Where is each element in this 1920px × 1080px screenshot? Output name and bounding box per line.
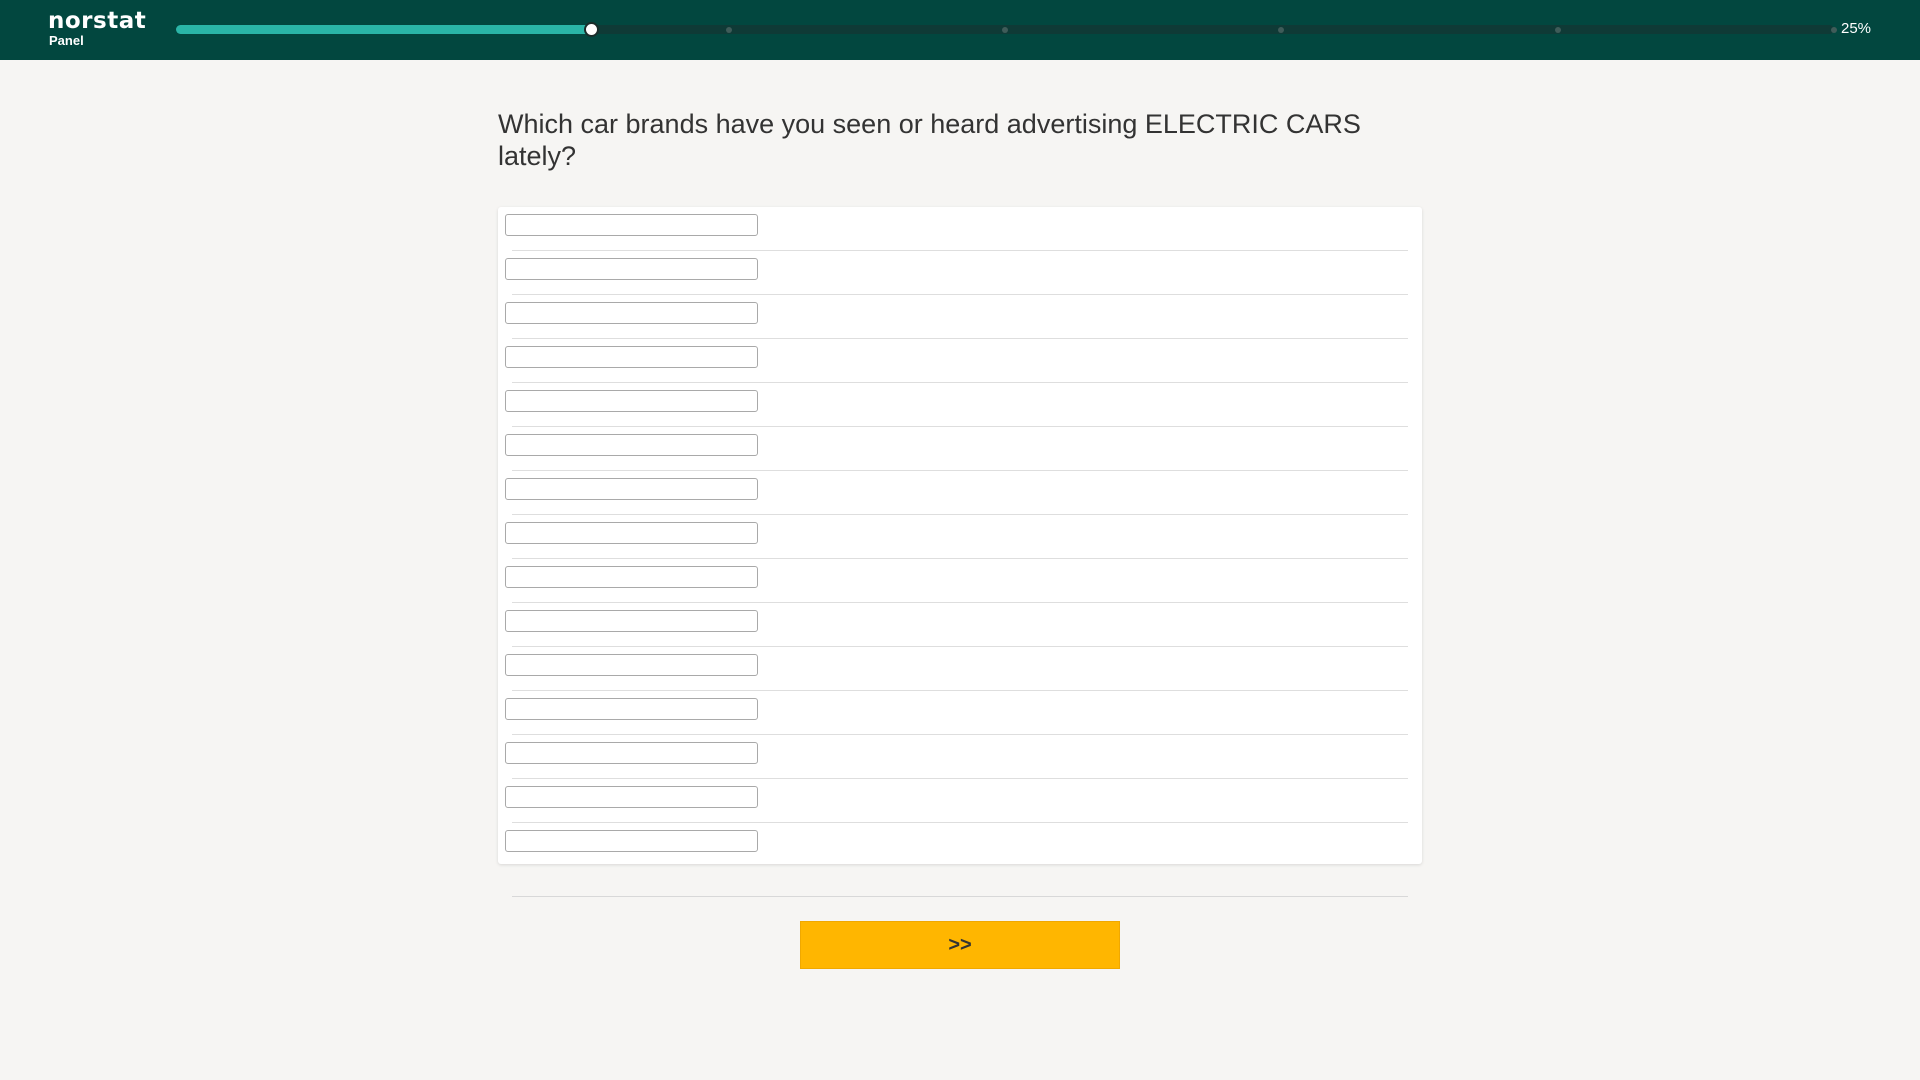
answer-row: [498, 647, 1422, 691]
brand-text-field[interactable]: [505, 830, 758, 852]
answer-row: [498, 427, 1422, 471]
answer-row: [498, 295, 1422, 339]
brand-text-field[interactable]: [505, 566, 758, 588]
answer-row: [498, 779, 1422, 823]
answer-row: [498, 559, 1422, 603]
brand-text-field[interactable]: [505, 522, 758, 544]
progress-knob: [583, 22, 599, 37]
answer-row: [498, 383, 1422, 427]
answer-row: [498, 735, 1422, 779]
brand-text-field[interactable]: [505, 610, 758, 632]
answer-row: [498, 471, 1422, 515]
brand-text-field[interactable]: [505, 214, 758, 236]
answer-row: [498, 515, 1422, 559]
brand-text-field[interactable]: [505, 346, 758, 368]
norstat-logo: norstat Panel: [48, 8, 146, 48]
brand-text-field[interactable]: [505, 478, 758, 500]
progress-milestone-dot: [1278, 26, 1285, 33]
progress-percent-label: 25%: [1841, 20, 1872, 37]
progress-bar: [176, 22, 1837, 37]
top-bar: norstat Panel 25%: [0, 0, 1920, 60]
brand-text-field[interactable]: [505, 698, 758, 720]
brand-text-field[interactable]: [505, 654, 758, 676]
brand-text-field[interactable]: [505, 302, 758, 324]
answer-row: [498, 823, 1422, 867]
progress-milestone-dot: [1002, 26, 1008, 33]
question-text: Which car brands have you seen or heard …: [498, 109, 1361, 171]
answer-row: [498, 603, 1422, 647]
progress-milestone-dot: [1554, 26, 1561, 33]
progress-fill: [176, 25, 591, 34]
logo-wordmark: norstat: [48, 8, 147, 34]
brand-text-field[interactable]: [505, 258, 758, 280]
brand-text-field[interactable]: [505, 390, 758, 412]
brand-text-field[interactable]: [505, 742, 758, 764]
answer-row: [498, 207, 1422, 251]
footer-divider: [512, 896, 1408, 897]
brand-text-field[interactable]: [505, 786, 758, 808]
next-button[interactable]: >>: [800, 921, 1120, 969]
progress-milestone-dot: [725, 26, 732, 33]
answer-row: [498, 339, 1422, 383]
answer-row: [498, 691, 1422, 735]
logo-subtext: Panel: [49, 33, 84, 48]
answer-row: [498, 251, 1422, 295]
answer-list: [498, 207, 1422, 864]
brand-text-field[interactable]: [505, 434, 758, 456]
progress-milestone-dot: [1831, 26, 1837, 33]
